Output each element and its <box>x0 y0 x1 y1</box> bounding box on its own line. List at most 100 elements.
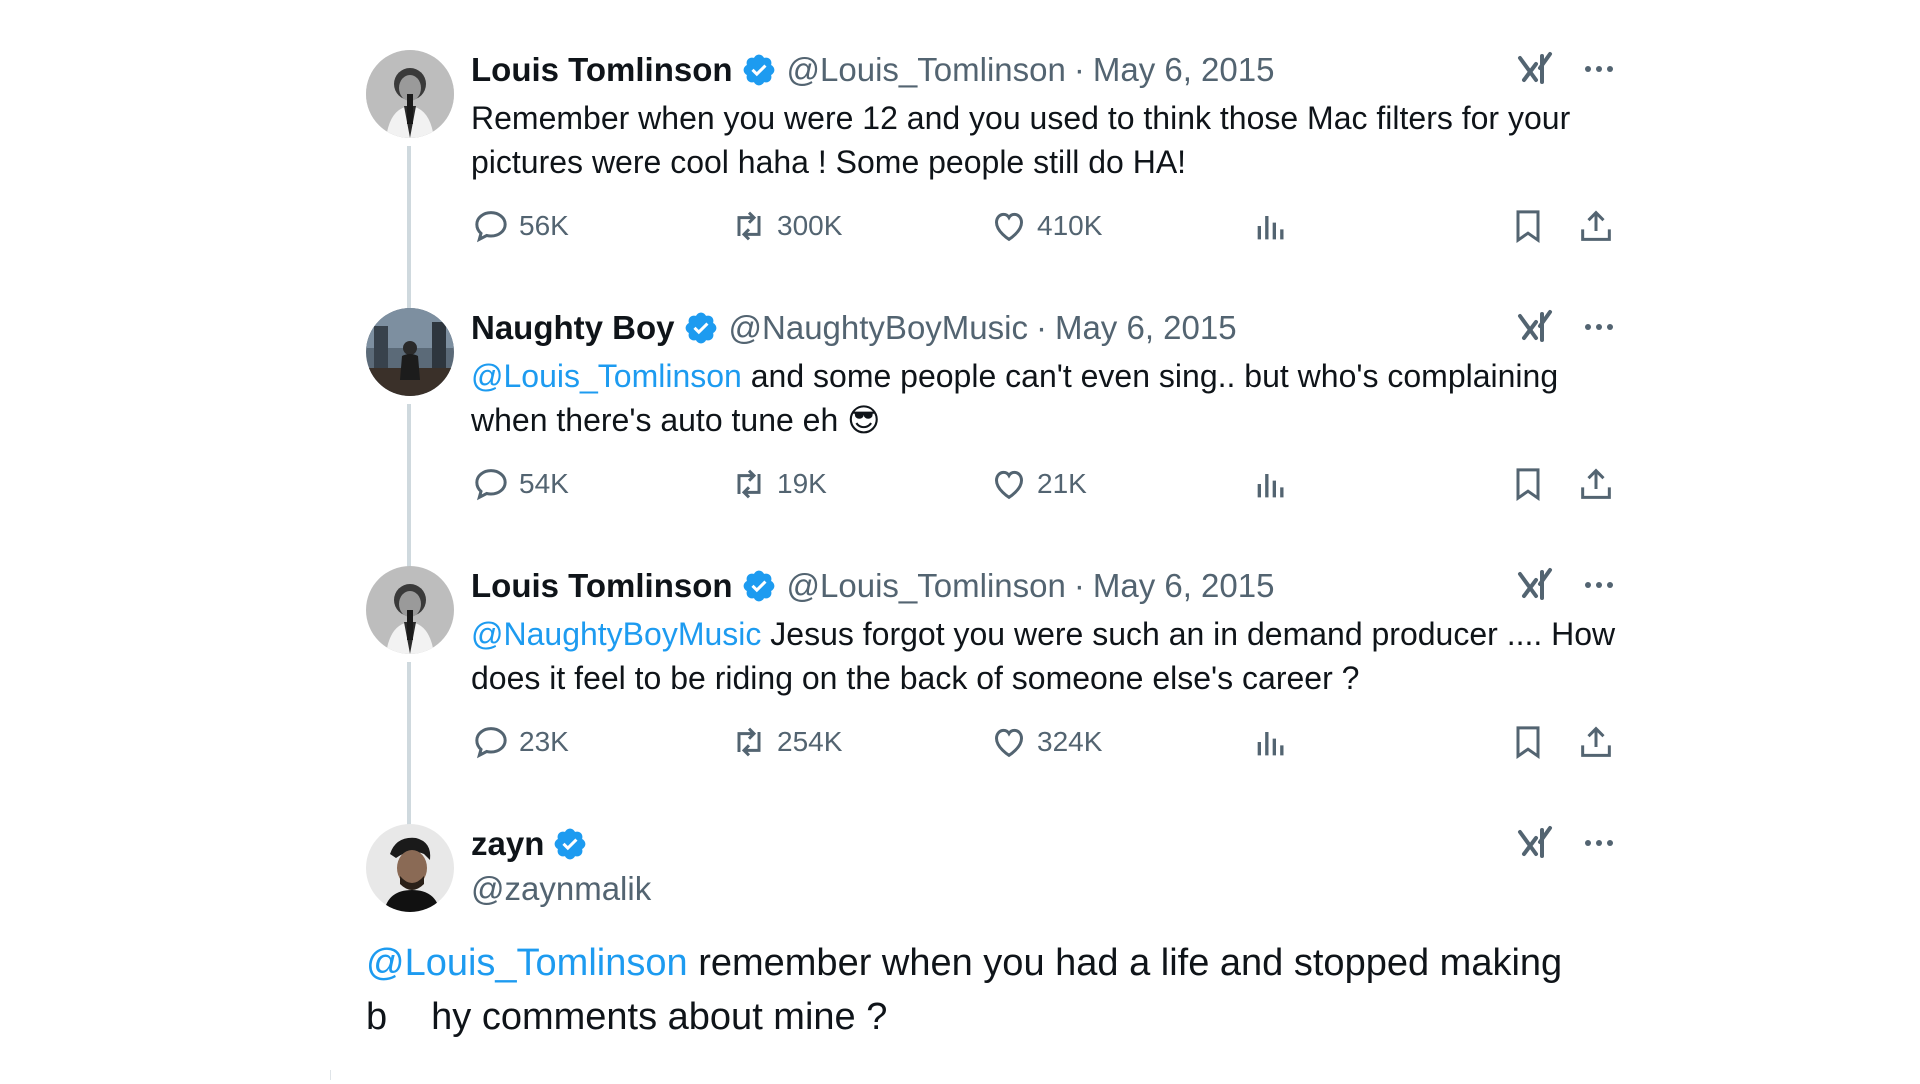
reply-icon <box>475 211 507 243</box>
retweet-icon <box>737 211 761 241</box>
author-name[interactable]: Louis Tomlinson <box>471 51 733 89</box>
share-icon <box>1581 468 1611 499</box>
retweet-button[interactable]: 19K <box>729 464 827 504</box>
main-tweet-line-2: b hy comments about mine ? <box>366 990 1616 1044</box>
bookmark-icon <box>1516 210 1540 244</box>
grok-icon[interactable] <box>1516 50 1554 88</box>
verified-badge-icon <box>743 570 774 602</box>
tweet-header: Louis Tomlinson @Louis_Tomlinson · May 6… <box>471 44 1616 96</box>
more-dots-icon[interactable] <box>1582 52 1616 86</box>
author-handle[interactable]: @NaughtyBoyMusic <box>729 309 1028 347</box>
reply-button[interactable]: 54K <box>471 464 569 504</box>
avatar[interactable] <box>366 566 454 654</box>
author-handle[interactable]: @Louis_Tomlinson <box>787 567 1066 605</box>
share-button[interactable] <box>1576 464 1616 504</box>
retweet-button[interactable]: 254K <box>729 722 842 762</box>
avatar[interactable] <box>366 824 454 912</box>
tweet[interactable]: Louis Tomlinson @Louis_Tomlinson · May 6… <box>366 44 1616 314</box>
bookmark-button[interactable] <box>1508 206 1548 246</box>
author-handle[interactable]: @Louis_Tomlinson <box>787 51 1066 89</box>
heart-icon <box>994 728 1024 758</box>
tweet-body: Remember when you were 12 and you used t… <box>471 100 1571 180</box>
thread-connector-line <box>407 404 411 572</box>
tweet-actions: 23K 254K 324K <box>471 722 1616 762</box>
conversation-thread: Louis Tomlinson @Louis_Tomlinson · May 6… <box>366 44 1616 1078</box>
separator-dot: · <box>1073 567 1085 604</box>
tweet[interactable]: Louis Tomlinson @Louis_Tomlinson · May 6… <box>366 560 1616 830</box>
tweet-text: Remember when you were 12 and you used t… <box>471 96 1616 184</box>
reply-icon <box>475 727 507 759</box>
reply-count: 23K <box>519 726 569 757</box>
author-name[interactable]: Louis Tomlinson <box>471 567 733 605</box>
reply-button[interactable]: 23K <box>471 722 569 762</box>
main-tweet-line-1: @Louis_Tomlinson remember when you had a… <box>366 936 1616 990</box>
share-button[interactable] <box>1576 722 1616 762</box>
grok-icon[interactable] <box>1516 566 1554 604</box>
verified-badge-icon <box>685 312 716 344</box>
more-dots-icon[interactable] <box>1582 826 1616 860</box>
retweet-icon <box>737 727 761 757</box>
main-tweet-text: @Louis_Tomlinson remember when you had a… <box>366 936 1616 1044</box>
like-button[interactable]: 410K <box>989 206 1102 246</box>
like-button[interactable]: 21K <box>989 464 1087 504</box>
header-actions <box>1516 50 1616 88</box>
tweet-text: @Louis_Tomlinson and some people can't e… <box>471 354 1616 442</box>
like-count: 410K <box>1037 210 1103 241</box>
tweet[interactable]: Naughty Boy @NaughtyBoyMusic · May 6, 20… <box>366 302 1616 572</box>
share-icon <box>1581 726 1611 757</box>
tweet-date[interactable]: May 6, 2015 <box>1093 51 1275 89</box>
tweet-body-fragment: b <box>366 996 388 1038</box>
views-chart-icon <box>1257 474 1284 498</box>
more-dots-icon[interactable] <box>1582 310 1616 344</box>
heart-icon <box>994 212 1024 242</box>
heart-icon <box>994 470 1024 500</box>
avatar-column <box>366 50 454 314</box>
avatar-column <box>366 566 454 830</box>
share-button[interactable] <box>1576 206 1616 246</box>
bookmark-button[interactable] <box>1508 722 1548 762</box>
retweet-count: 19K <box>777 468 827 499</box>
tweet-header: Naughty Boy @NaughtyBoyMusic · May 6, 20… <box>471 302 1616 354</box>
author-handle[interactable]: @zaynmalik <box>471 870 1616 908</box>
bookmark-icon <box>1516 726 1540 760</box>
reply-count: 54K <box>519 468 569 499</box>
views-chart-icon <box>1257 732 1284 756</box>
tweet-date[interactable]: May 6, 2015 <box>1093 567 1275 605</box>
views-chart-icon <box>1257 216 1284 240</box>
reply-icon <box>475 469 507 501</box>
bookmark-icon <box>1516 468 1540 502</box>
views-button[interactable] <box>1251 722 1291 762</box>
more-dots-icon[interactable] <box>1582 568 1616 602</box>
verified-badge-icon <box>743 54 774 86</box>
reply-count: 56K <box>519 210 569 241</box>
main-tweet[interactable]: zayn @zaynmalik @Louis_Tomlinson remembe… <box>366 818 1616 1078</box>
tweet-date[interactable]: May 6, 2015 <box>1055 309 1237 347</box>
retweet-count: 300K <box>777 210 843 241</box>
thread-connector-line <box>407 146 411 314</box>
separator-dot: · <box>1035 309 1047 346</box>
tweet-header: Louis Tomlinson @Louis_Tomlinson · May 6… <box>471 560 1616 612</box>
like-button[interactable]: 324K <box>989 722 1102 762</box>
header-actions <box>1516 308 1616 346</box>
author-name[interactable]: Naughty Boy <box>471 309 675 347</box>
bookmark-button[interactable] <box>1508 464 1548 504</box>
views-button[interactable] <box>1251 206 1291 246</box>
grok-icon[interactable] <box>1516 824 1554 862</box>
author-name[interactable]: zayn <box>471 825 544 863</box>
mention-link[interactable]: @NaughtyBoyMusic <box>471 616 761 652</box>
mention-link[interactable]: @Louis_Tomlinson <box>471 358 742 394</box>
header-actions <box>1516 824 1616 862</box>
divider <box>330 1070 331 1080</box>
reply-button[interactable]: 56K <box>471 206 569 246</box>
verified-badge-icon <box>555 828 586 860</box>
retweet-count: 254K <box>777 726 843 757</box>
avatar[interactable] <box>366 50 454 138</box>
tweet-actions: 56K 300K 410K <box>471 206 1616 246</box>
mention-link[interactable]: @Louis_Tomlinson <box>366 942 688 984</box>
views-button[interactable] <box>1251 464 1291 504</box>
like-count: 324K <box>1037 726 1103 757</box>
tweet-header: zayn <box>471 818 1616 870</box>
avatar[interactable] <box>366 308 454 396</box>
retweet-button[interactable]: 300K <box>729 206 842 246</box>
grok-icon[interactable] <box>1516 308 1554 346</box>
